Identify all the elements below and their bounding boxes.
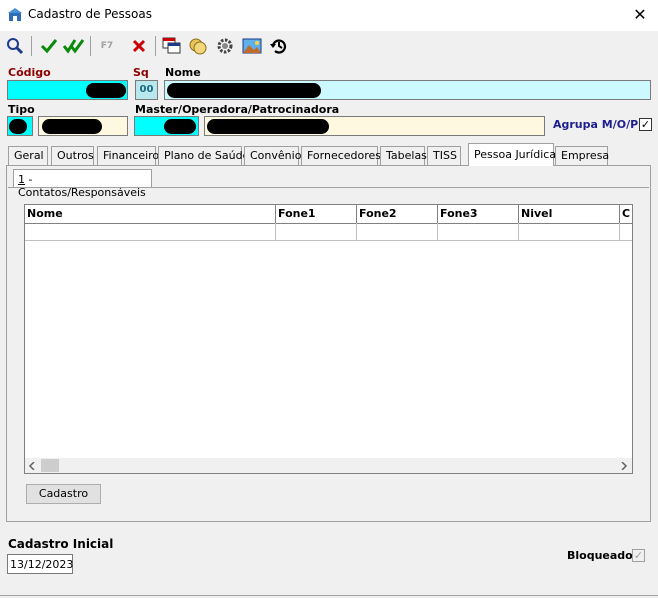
- table-row-cell[interactable]: [357, 223, 438, 241]
- windows-icon[interactable]: [161, 34, 183, 58]
- close-button[interactable]: ✕: [628, 4, 652, 26]
- tipo-code-field[interactable]: [7, 116, 33, 136]
- bloqueado-checkbox[interactable]: ✓: [632, 549, 645, 562]
- contacts-grid[interactable]: Nome Fone1 Fone2 Fone3 Nivel C: [24, 204, 633, 474]
- history-icon[interactable]: [268, 34, 290, 58]
- subtab-contatos[interactable]: 1 - Contatos/Responsáveis: [13, 169, 152, 199]
- col-fone3[interactable]: Fone3: [438, 205, 519, 223]
- tab-convenio[interactable]: Convênio: [244, 146, 301, 165]
- search-icon[interactable]: [4, 34, 26, 58]
- image-icon[interactable]: [241, 34, 263, 58]
- bloqueado-label: Bloqueado: [567, 549, 633, 562]
- tab-empresa[interactable]: Empresa: [555, 146, 609, 165]
- codigo-label: Código: [8, 66, 51, 79]
- coins-icon[interactable]: [187, 34, 209, 58]
- cadastro-inicial-label: Cadastro Inicial: [8, 537, 114, 551]
- tab-tabelas[interactable]: Tabelas: [380, 146, 427, 165]
- app-icon: [8, 8, 22, 21]
- codigo-field[interactable]: [7, 80, 128, 100]
- agrupa-checkbox[interactable]: ✓: [639, 118, 652, 131]
- subtab-label: - Contatos/Responsáveis: [18, 173, 146, 199]
- sq-label: Sq: [133, 66, 149, 79]
- col-c[interactable]: C: [620, 205, 632, 223]
- col-nivel[interactable]: Nivel: [519, 205, 620, 223]
- f7-button[interactable]: F7: [96, 34, 118, 58]
- tipo-desc-field[interactable]: [38, 116, 128, 136]
- col-fone1[interactable]: Fone1: [276, 205, 357, 223]
- check-icon[interactable]: [38, 34, 60, 58]
- table-row-cell[interactable]: [276, 223, 357, 241]
- table-row-cell[interactable]: [519, 223, 620, 241]
- grid-header: Nome Fone1 Fone2 Fone3 Nivel C: [25, 205, 632, 224]
- tab-plano-de-saude[interactable]: Plano de Saúde: [158, 146, 249, 165]
- nome-label: Nome: [165, 66, 201, 79]
- scroll-thumb[interactable]: [41, 459, 59, 472]
- table-row-cell[interactable]: [620, 223, 632, 241]
- double-check-icon[interactable]: [63, 34, 85, 58]
- col-fone2[interactable]: Fone2: [357, 205, 438, 223]
- tab-geral[interactable]: Geral: [8, 146, 48, 165]
- tab-tiss[interactable]: TISS: [427, 146, 461, 165]
- master-desc-field[interactable]: [204, 116, 545, 136]
- toolbar: F7: [0, 31, 658, 62]
- tab-financeiro[interactable]: Financeiro: [97, 146, 159, 165]
- cadastro-inicial-field[interactable]: 13/12/2023: [7, 554, 73, 574]
- tab-outros[interactable]: Outros: [51, 146, 94, 165]
- table-row-cell[interactable]: [25, 223, 276, 241]
- delete-icon[interactable]: [128, 34, 150, 58]
- scroll-left-icon[interactable]: [28, 462, 36, 470]
- window-title: Cadastro de Pessoas: [28, 7, 152, 21]
- scroll-right-icon[interactable]: [620, 462, 628, 470]
- tab-fornecedores[interactable]: Fornecedores: [301, 146, 381, 165]
- gear-icon[interactable]: [214, 34, 236, 58]
- master-label: Master/Operadora/Patrocinadora: [135, 103, 340, 116]
- tipo-label: Tipo: [8, 103, 35, 116]
- master-code-field[interactable]: [134, 116, 199, 136]
- horizontal-scrollbar[interactable]: [25, 458, 632, 473]
- tab-pessoa-juridica[interactable]: Pessoa Jurídica: [468, 143, 556, 166]
- sq-field[interactable]: 00: [135, 80, 158, 100]
- cadastro-button[interactable]: Cadastro: [26, 484, 101, 504]
- nome-field[interactable]: [164, 80, 651, 100]
- subtab-hotkey: 1: [18, 173, 25, 186]
- col-nome[interactable]: Nome: [25, 205, 276, 223]
- agrupa-label: Agrupa M/O/P: [553, 118, 639, 131]
- table-row-cell[interactable]: [438, 223, 519, 241]
